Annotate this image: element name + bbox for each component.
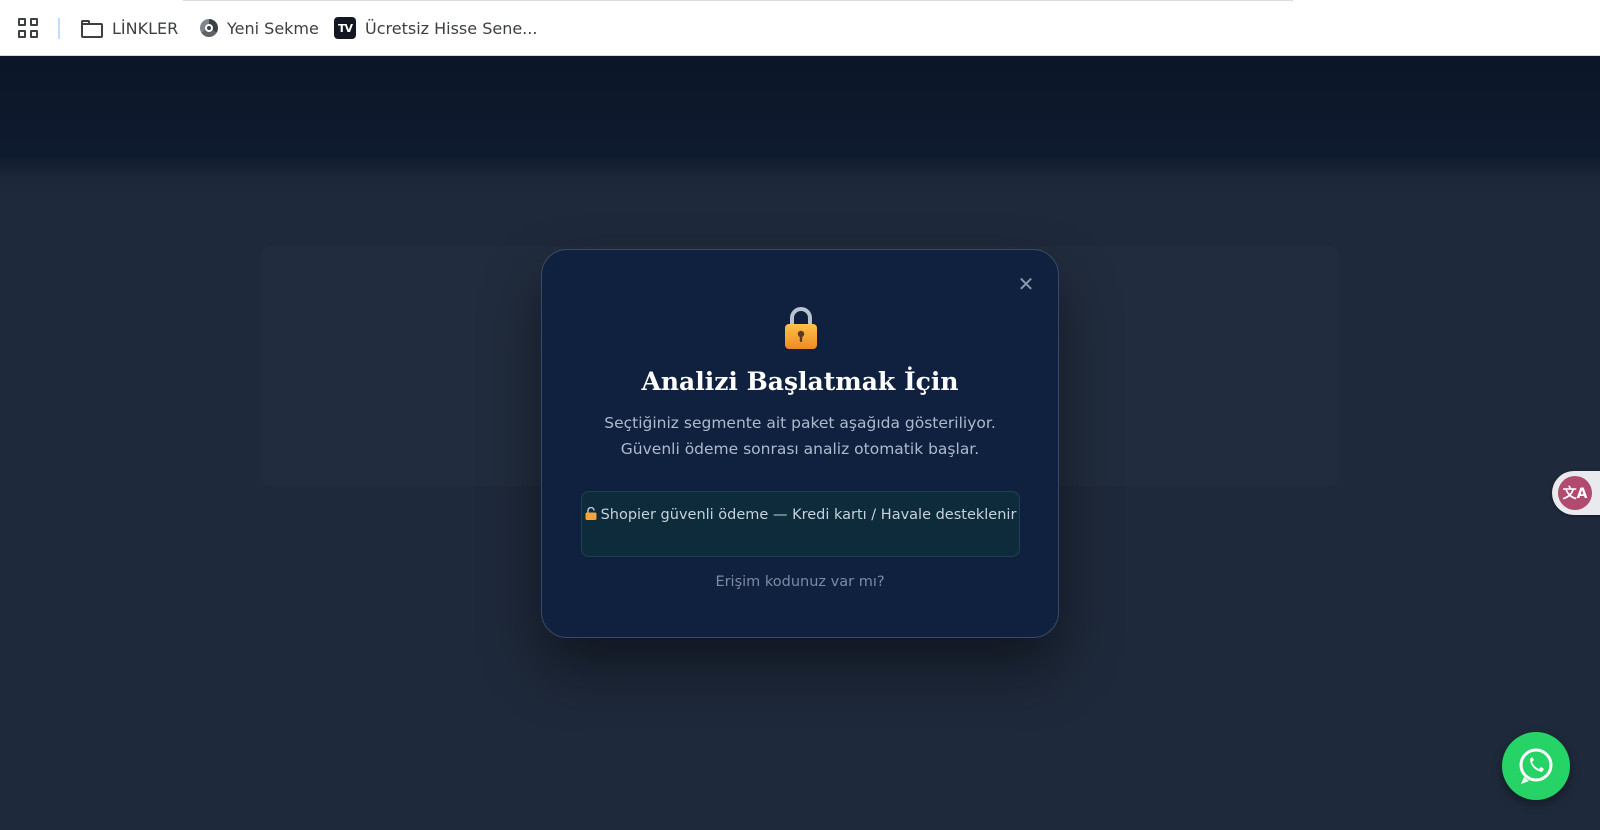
bookmarks-bar: LİNKLER Yeni Sekme TV Ücretsiz Hisse Sen… <box>0 0 1600 56</box>
modal-description: Seçtiğiniz segmente ait paket aşağıda gö… <box>542 410 1058 462</box>
folder-icon <box>81 19 103 38</box>
bookmark-yeni-sekme[interactable]: Yeni Sekme <box>200 14 319 42</box>
tab-strip-edge <box>183 0 1293 1</box>
tradingview-icon: TV <box>334 17 356 39</box>
translate-extension-button[interactable]: 文A <box>1552 471 1600 515</box>
bookmark-tradingview[interactable]: TV Ücretsiz Hisse Sene... <box>334 14 537 42</box>
whatsapp-button[interactable] <box>1502 732 1570 800</box>
bookmarks-separator <box>58 18 60 39</box>
chrome-icon <box>200 19 218 37</box>
bookmark-label: Ücretsiz Hisse Sene... <box>365 18 538 38</box>
page-backdrop: ✕ Analizi Başlatmak İçin Seçtiğiniz segm… <box>0 56 1600 830</box>
whatsapp-icon <box>1519 748 1553 784</box>
bookmark-linkler[interactable]: LİNKLER <box>81 14 178 42</box>
bookmark-label: Yeni Sekme <box>227 18 319 38</box>
apps-grid-icon[interactable] <box>16 16 40 40</box>
lock-icon <box>785 307 817 349</box>
payment-info-text: Shopier güvenli ödeme — Kredi kartı / Ha… <box>600 507 1017 523</box>
description-line: Seçtiğiniz segmente ait paket aşağıda gö… <box>604 414 996 432</box>
paywall-modal: ✕ Analizi Başlatmak İçin Seçtiğiniz segm… <box>541 249 1059 638</box>
bookmark-label: LİNKLER <box>112 18 179 38</box>
access-code-link[interactable]: Erişim kodunuz var mı? <box>542 574 1058 590</box>
modal-title: Analizi Başlatmak İçin <box>641 367 959 396</box>
translate-icon: 文A <box>1558 476 1592 510</box>
payment-info-box: Shopier güvenli ödeme — Kredi kartı / Ha… <box>581 491 1020 557</box>
close-icon[interactable]: ✕ <box>1016 274 1036 294</box>
unlock-icon <box>585 507 597 520</box>
description-line: Güvenli ödeme sonrası analiz otomatik ba… <box>620 440 980 458</box>
